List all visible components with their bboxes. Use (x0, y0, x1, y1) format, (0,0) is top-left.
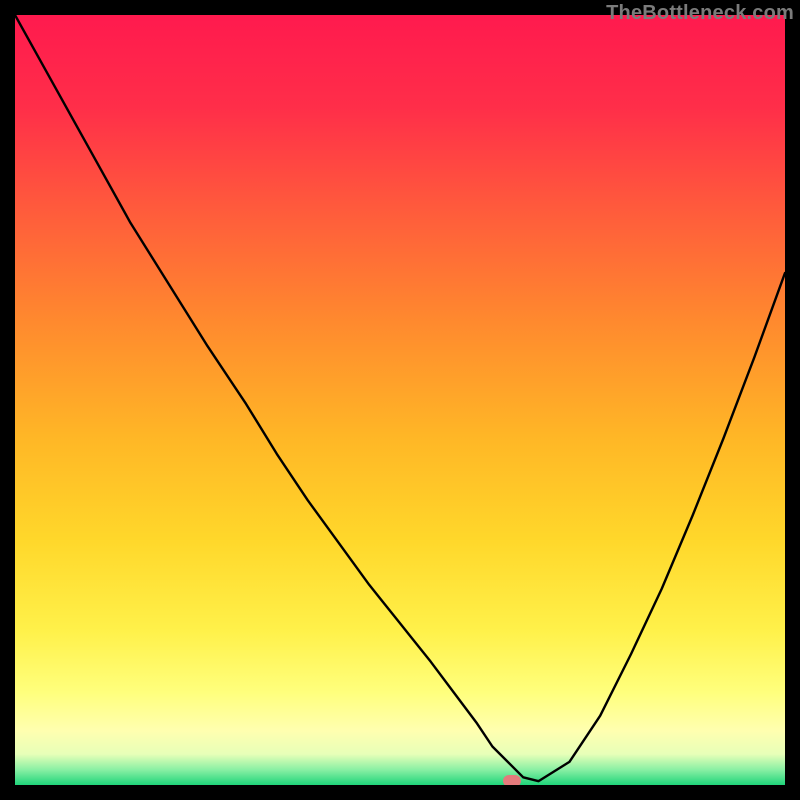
chart-frame: TheBottleneck.com (0, 0, 800, 800)
optimal-point-marker (503, 775, 521, 785)
plot-area (15, 15, 785, 785)
heat-gradient-background (15, 15, 785, 785)
watermark-text: TheBottleneck.com (606, 2, 794, 25)
